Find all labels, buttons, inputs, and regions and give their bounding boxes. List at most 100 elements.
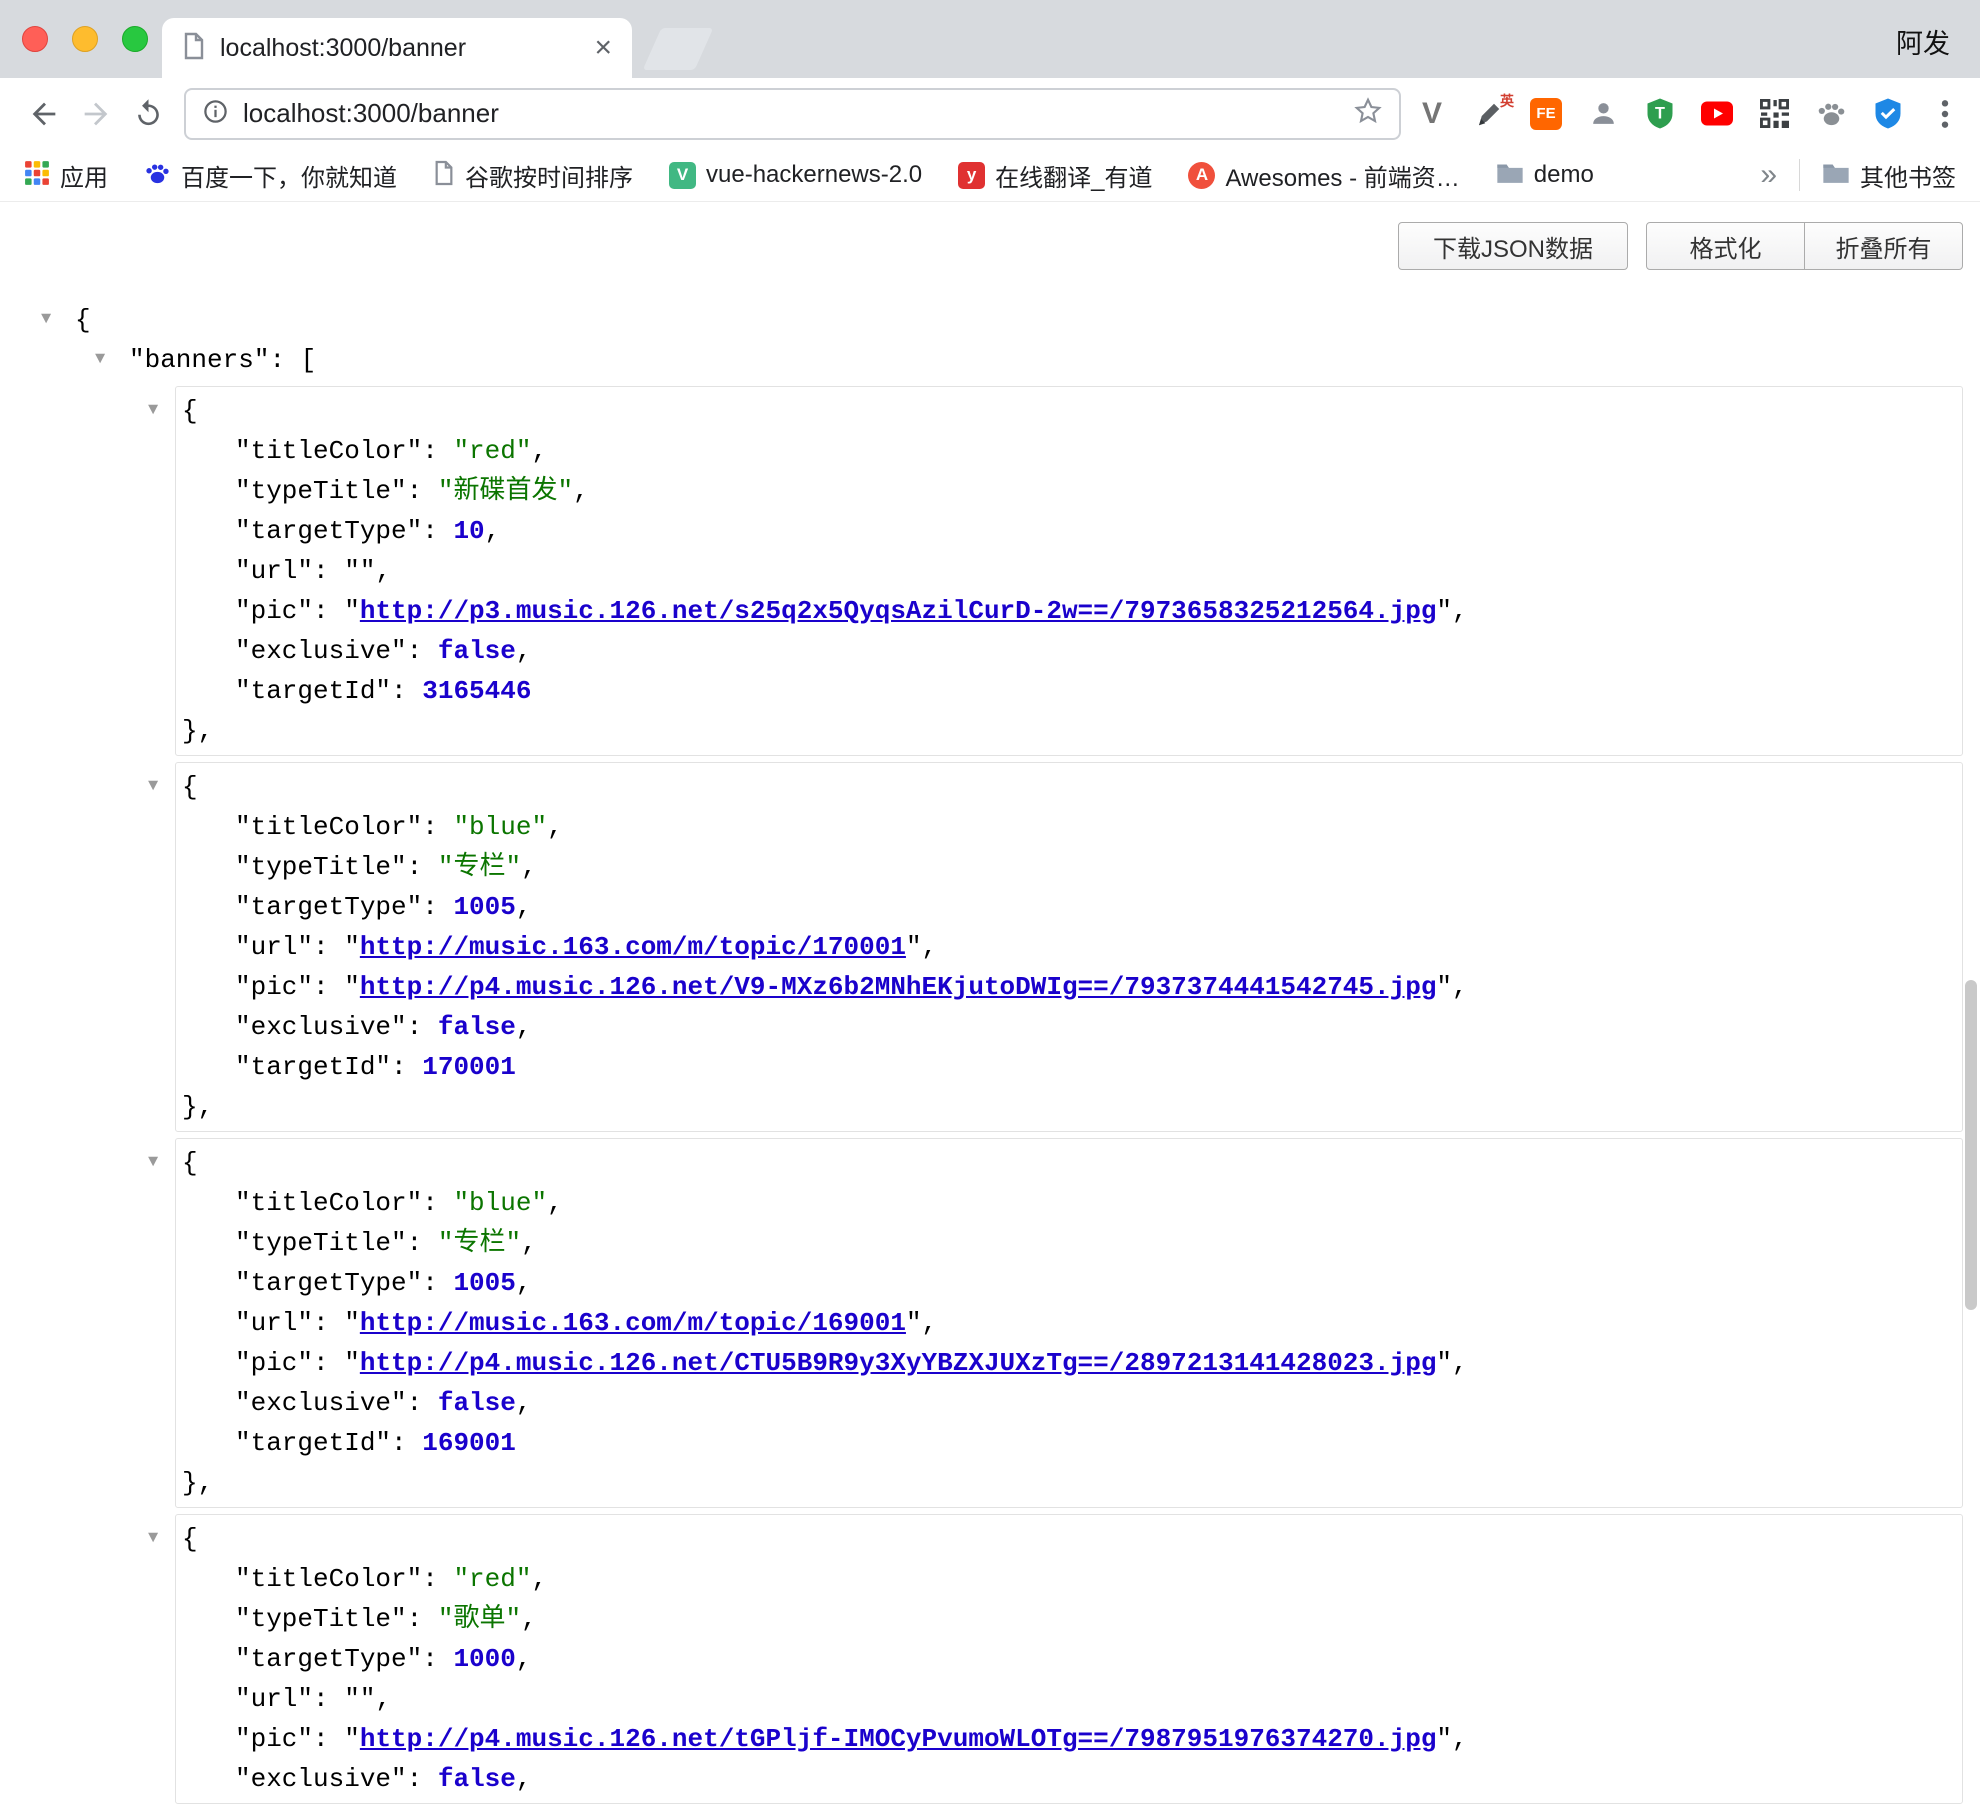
url-text[interactable]: localhost:3000/banner: [243, 98, 1353, 129]
fehelper-icon[interactable]: FE: [1529, 97, 1563, 131]
bookmark-star-icon[interactable]: [1353, 96, 1383, 131]
youtube-icon[interactable]: [1700, 97, 1734, 131]
punctuation: ": [906, 932, 922, 962]
bookmark-google-sort[interactable]: 谷歌按时间排序: [433, 158, 633, 193]
tab-title: localhost:3000/banner: [220, 34, 584, 63]
bookmarks-divider: [1799, 159, 1800, 191]
bookmark-youdao-translate[interactable]: y 在线翻译_有道: [958, 158, 1152, 193]
brace: {: [182, 1524, 198, 1554]
json-field-row: "exclusive": false,: [235, 1759, 1952, 1799]
punctuation: ": [1436, 596, 1452, 626]
baidu-paw-icon: [144, 160, 171, 191]
json-field-row: "exclusive": false,: [235, 1383, 1952, 1423]
punctuation: :: [391, 1428, 422, 1458]
accounts-person-icon[interactable]: [1586, 97, 1620, 131]
browser-tab[interactable]: localhost:3000/banner ×: [162, 18, 632, 78]
fullscreen-window-button[interactable]: [122, 26, 148, 52]
collapse-toggle-icon[interactable]: ▼: [95, 340, 105, 380]
json-key: "titleColor": [235, 812, 422, 842]
format-button[interactable]: 格式化: [1646, 222, 1805, 270]
scrollbar-thumb[interactable]: [1965, 980, 1977, 1310]
json-link[interactable]: http://p4.music.126.net/V9-MXz6b2MNhEKju…: [360, 972, 1437, 1002]
bookmark-vue-hackernews[interactable]: V vue-hackernews-2.0: [669, 161, 922, 189]
punctuation: ,: [922, 932, 938, 962]
collapse-all-button[interactable]: 折叠所有: [1804, 222, 1963, 270]
json-key: "url": [235, 556, 313, 586]
paw-extension-icon[interactable]: [1814, 97, 1848, 131]
minimize-window-button[interactable]: [72, 26, 98, 52]
bookmark-apps[interactable]: 应用: [24, 158, 108, 193]
json-boolean-value: false: [438, 1388, 516, 1418]
json-object-fields: "titleColor": "red","typeTitle": "新碟首发",…: [235, 431, 1952, 711]
forward-button[interactable]: [70, 88, 122, 140]
json-field-row: "pic": "http://p4.music.126.net/CTU5B9R9…: [235, 1343, 1952, 1383]
reload-button[interactable]: [122, 88, 174, 140]
json-field-row: "pic": "http://p3.music.126.net/s25q2x5Q…: [235, 591, 1952, 631]
json-object-close: },: [182, 1463, 1952, 1503]
json-link[interactable]: http://p4.music.126.net/CTU5B9R9y3XyYBZX…: [360, 1348, 1437, 1378]
brace: },: [182, 716, 213, 746]
json-field-row: "titleColor": "red",: [235, 1559, 1952, 1599]
json-field-row: "targetType": 1000,: [235, 1639, 1952, 1679]
json-link[interactable]: http://p3.music.126.net/s25q2x5QyqsAzilC…: [360, 596, 1437, 626]
collapse-toggle-icon[interactable]: ▼: [148, 767, 158, 807]
punctuation: ,: [516, 636, 532, 666]
json-field-row: "titleColor": "blue",: [235, 807, 1952, 847]
json-string-value: "歌单": [438, 1604, 521, 1634]
json-field-row: "targetId": 3165446: [235, 671, 1952, 711]
tab-close-icon[interactable]: ×: [594, 33, 612, 63]
collapse-toggle-icon[interactable]: ▼: [41, 300, 51, 340]
json-key: "targetId": [235, 1052, 391, 1082]
back-button[interactable]: [18, 88, 70, 140]
json-key: "url": [235, 932, 313, 962]
json-link[interactable]: http://music.163.com/m/topic/170001: [360, 932, 906, 962]
json-object-open: ▼{: [182, 1143, 1952, 1183]
blue-shield-check-icon[interactable]: [1871, 97, 1905, 131]
json-object-close: },: [182, 1087, 1952, 1127]
punctuation: ,: [547, 812, 563, 842]
download-json-button[interactable]: 下载JSON数据: [1398, 222, 1628, 270]
punctuation: :: [407, 1764, 438, 1794]
brace: },: [182, 1468, 213, 1498]
bookmark-folder-demo[interactable]: demo: [1496, 161, 1594, 189]
json-object: ▼{"titleColor": "red","typeTitle": "新碟首发…: [175, 386, 1963, 756]
punctuation: :: [313, 932, 344, 962]
json-string-value: "专栏": [438, 1228, 521, 1258]
collapse-toggle-icon[interactable]: ▼: [148, 391, 158, 431]
json-object-fields: "titleColor": "blue","typeTitle": "专栏","…: [235, 1183, 1952, 1463]
vue-icon: V: [669, 162, 696, 189]
youdao-dict-pen-icon[interactable]: 英: [1472, 97, 1506, 131]
v-extension-icon[interactable]: V: [1415, 97, 1449, 131]
punctuation: ,: [375, 556, 391, 586]
site-info-icon[interactable]: [202, 98, 229, 130]
json-link[interactable]: http://music.163.com/m/topic/169001: [360, 1308, 906, 1338]
json-key: "exclusive": [235, 636, 407, 666]
new-tab-button[interactable]: [643, 28, 714, 70]
json-number-value: 10: [453, 516, 484, 546]
browser-menu-icon[interactable]: [1928, 97, 1962, 131]
browser-toolbar: localhost:3000/banner V 英 FE T: [0, 78, 1980, 149]
punctuation: :: [422, 812, 453, 842]
json-link[interactable]: http://p4.music.126.net/tGPljf-IMOCyPvum…: [360, 1724, 1437, 1754]
punctuation: :: [407, 1604, 438, 1634]
qr-code-icon[interactable]: [1757, 97, 1791, 131]
bookmark-awesomes[interactable]: A Awesomes - 前端资…: [1188, 158, 1459, 193]
page-favicon-icon: [182, 32, 206, 65]
apps-grid-icon: [24, 160, 50, 191]
close-window-button[interactable]: [22, 26, 48, 52]
json-tree: ▼{▼"banners": [▼{"titleColor": "red","ty…: [0, 300, 1980, 1804]
punctuation: : [: [269, 345, 316, 375]
json-array-open: ▼"banners": [: [129, 340, 1980, 380]
profile-name[interactable]: 阿发: [1896, 22, 1950, 61]
json-key: "titleColor": [235, 436, 422, 466]
other-bookmarks-folder[interactable]: 其他书签: [1822, 158, 1956, 193]
collapse-toggle-icon[interactable]: ▼: [148, 1519, 158, 1559]
bookmarks-overflow-icon[interactable]: »: [1760, 160, 1777, 190]
green-shield-t-icon[interactable]: T: [1643, 97, 1677, 131]
json-key: "pic": [235, 596, 313, 626]
collapse-toggle-icon[interactable]: ▼: [148, 1143, 158, 1183]
punctuation: ,: [516, 1388, 532, 1418]
address-bar[interactable]: localhost:3000/banner: [184, 88, 1401, 140]
bookmark-baidu[interactable]: 百度一下，你就知道: [144, 158, 397, 193]
browser-window: localhost:3000/banner × 阿发 localhost:300…: [0, 0, 1980, 202]
